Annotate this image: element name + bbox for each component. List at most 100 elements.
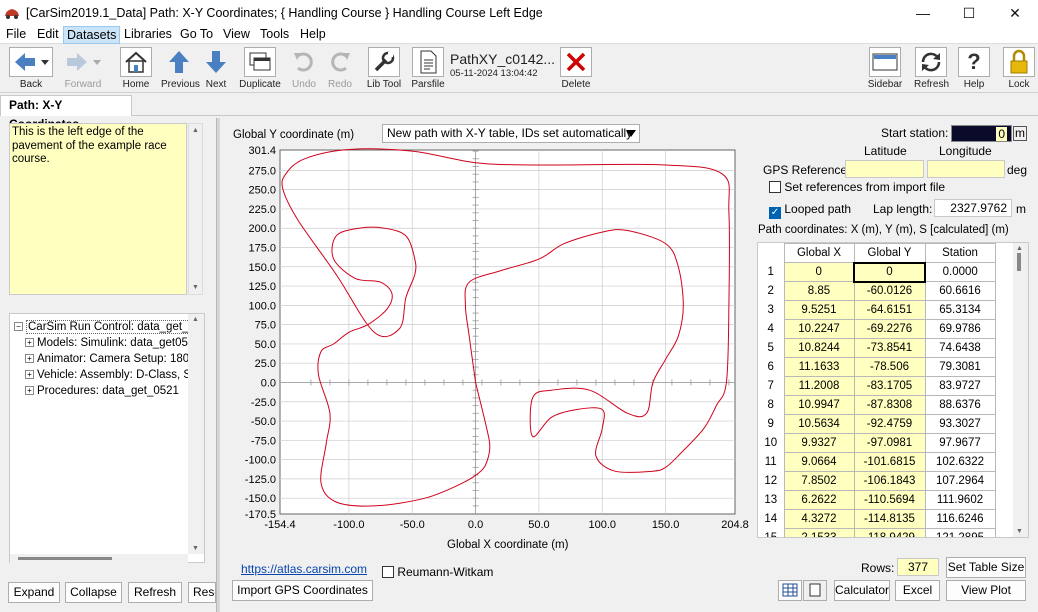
page-view-button[interactable]	[803, 580, 827, 601]
reumann-witkam-checkbox[interactable]	[382, 566, 394, 578]
x-tick-label: 150.0	[652, 519, 680, 531]
tree-item-vehicle[interactable]: + Vehicle: Assembly: D-Class, S	[25, 368, 191, 384]
sidebar-button[interactable]: Sidebar	[867, 47, 903, 93]
menu-file[interactable]: File	[3, 26, 29, 44]
set-table-size-button[interactable]: Set Table Size	[946, 557, 1026, 578]
tree-item-models[interactable]: + Models: Simulink: data_get05	[25, 336, 188, 352]
cell-global-x[interactable]: 6.2622	[783, 490, 855, 510]
longitude-field[interactable]	[927, 160, 1005, 178]
calculator-button[interactable]: Calculator	[834, 580, 890, 601]
cell-global-y[interactable]: -97.0981	[853, 433, 926, 453]
cell-global-y[interactable]: -73.8541	[853, 338, 926, 358]
header-station[interactable]: Station	[924, 243, 996, 263]
tree-item-procedures[interactable]: + Procedures: data_get_0521	[25, 384, 179, 400]
home-button[interactable]: Home	[120, 47, 152, 93]
panel-splitter[interactable]	[216, 118, 220, 612]
previous-button[interactable]: Previous	[161, 47, 200, 93]
tab-path-xy-coordinates[interactable]: Path: X-Y Coordinates	[0, 95, 132, 131]
tree-item-animator[interactable]: + Animator: Camera Setup: 180	[25, 352, 189, 368]
tree-item-root[interactable]: − CarSim Run Control: data_get_	[14, 320, 191, 336]
header-global-y[interactable]: Global Y	[853, 243, 926, 263]
reumann-witkam-option[interactable]: Reumann-Witkam	[382, 565, 493, 579]
cell-global-y[interactable]: -106.1843	[853, 471, 926, 491]
delete-button[interactable]: Delete	[560, 47, 592, 93]
cell-global-y[interactable]: -114.8135	[853, 509, 926, 529]
cell-global-x[interactable]: 2.1533	[783, 528, 855, 537]
cell-global-y[interactable]: -60.0126	[853, 281, 926, 301]
expand-node-icon[interactable]: +	[25, 338, 34, 347]
cell-global-y[interactable]: -87.8308	[853, 395, 926, 415]
cell-global-y[interactable]: -110.5694	[853, 490, 926, 510]
next-button[interactable]: Next	[200, 47, 232, 93]
excel-button[interactable]: Excel	[895, 580, 940, 601]
minimize-button[interactable]: —	[900, 0, 946, 26]
atlas-link[interactable]: https://atlas.carsim.com	[241, 562, 367, 576]
expand-node-icon[interactable]: +	[25, 370, 34, 379]
back-button[interactable]: Back	[8, 47, 54, 93]
cell-global-y[interactable]: 0	[853, 261, 926, 283]
looped-path-checkbox[interactable]: ✓	[769, 207, 781, 219]
latitude-field[interactable]	[845, 160, 924, 178]
cell-global-y[interactable]: -92.4759	[853, 414, 926, 434]
header-global-x[interactable]: Global X	[783, 243, 855, 263]
cell-global-x[interactable]: 11.2008	[783, 376, 855, 396]
cell-global-y[interactable]: -118.9429	[853, 528, 926, 537]
forward-button[interactable]: Forward	[60, 47, 106, 93]
cell-global-x[interactable]: 10.8244	[783, 338, 855, 358]
cell-global-x[interactable]: 10.5634	[783, 414, 855, 434]
start-station-input[interactable]: 0	[951, 125, 1012, 142]
table-view-button[interactable]	[778, 580, 802, 601]
set-references-checkbox[interactable]	[769, 181, 781, 193]
refresh-tree-button[interactable]: Refresh	[128, 582, 182, 603]
cell-global-y[interactable]: -64.6151	[853, 300, 926, 320]
cell-global-y[interactable]: -83.1705	[853, 376, 926, 396]
tree-vertical-scrollbar[interactable]: ▲ ▼	[188, 314, 204, 554]
title-bar: [CarSim2019.1_Data] Path: X-Y Coordinate…	[0, 0, 1038, 26]
tree-horizontal-scrollbar[interactable]	[10, 554, 188, 563]
undo-button[interactable]: Undo	[288, 47, 320, 93]
cell-global-x[interactable]: 11.1633	[783, 357, 855, 377]
collapse-button[interactable]: Collapse	[65, 582, 122, 603]
duplicate-button[interactable]: Duplicate	[238, 47, 282, 93]
menu-edit[interactable]: Edit	[34, 26, 62, 44]
rows-input[interactable]: 377	[897, 558, 939, 576]
view-plot-button[interactable]: View Plot	[946, 580, 1026, 601]
expand-node-icon[interactable]: +	[25, 354, 34, 363]
menu-tools[interactable]: Tools	[257, 26, 292, 44]
expand-button[interactable]: Expand	[8, 582, 60, 603]
cell-global-x[interactable]: 8.85	[783, 281, 855, 301]
close-window-button[interactable]: ✕	[992, 0, 1038, 26]
cell-global-x[interactable]: 10.2247	[783, 319, 855, 339]
maximize-button[interactable]: ☐	[946, 0, 992, 26]
help-button[interactable]: ? Help	[958, 47, 990, 93]
cell-global-y[interactable]: -69.2276	[853, 319, 926, 339]
cell-global-x[interactable]: 4.3272	[783, 509, 855, 529]
cell-global-x[interactable]: 9.9327	[783, 433, 855, 453]
looped-path-option[interactable]: ✓ Looped path	[769, 202, 851, 219]
refresh-toolbar-button[interactable]: Refresh	[914, 47, 949, 93]
cell-global-x[interactable]: 7.8502	[783, 471, 855, 491]
menu-datasets[interactable]: Datasets	[63, 26, 121, 44]
lock-button[interactable]: Lock	[1003, 47, 1035, 93]
collapse-node-icon[interactable]: −	[14, 322, 23, 331]
set-references-option[interactable]: Set references from import file	[769, 180, 945, 194]
reset-button[interactable]: Rese	[188, 582, 216, 603]
cell-global-y[interactable]: -78.506	[853, 357, 926, 377]
cell-global-x[interactable]: 9.5251	[783, 300, 855, 320]
menu-help[interactable]: Help	[297, 26, 329, 44]
menu-libraries[interactable]: Libraries	[121, 26, 175, 44]
expand-node-icon[interactable]: +	[25, 386, 34, 395]
cell-global-y[interactable]: -101.6815	[853, 452, 926, 472]
lib-tool-button[interactable]: Lib Tool	[364, 47, 404, 93]
parsfile-button[interactable]: Parsfile	[411, 47, 445, 93]
menu-go-to[interactable]: Go To	[177, 26, 216, 44]
notes-scrollbar[interactable]: ▲ ▼	[188, 123, 203, 295]
cell-global-x[interactable]: 9.0664	[783, 452, 855, 472]
cell-global-x[interactable]: 10.9947	[783, 395, 855, 415]
table-scrollbar[interactable]: ▲ ▼	[1013, 243, 1028, 537]
import-gps-button[interactable]: Import GPS Coordinates	[232, 580, 373, 601]
cell-global-x[interactable]: 0	[783, 262, 855, 282]
menu-view[interactable]: View	[220, 26, 253, 44]
notes-textarea[interactable]: This is the left edge of the pavement of…	[9, 123, 187, 295]
redo-button[interactable]: Redo	[324, 47, 356, 93]
